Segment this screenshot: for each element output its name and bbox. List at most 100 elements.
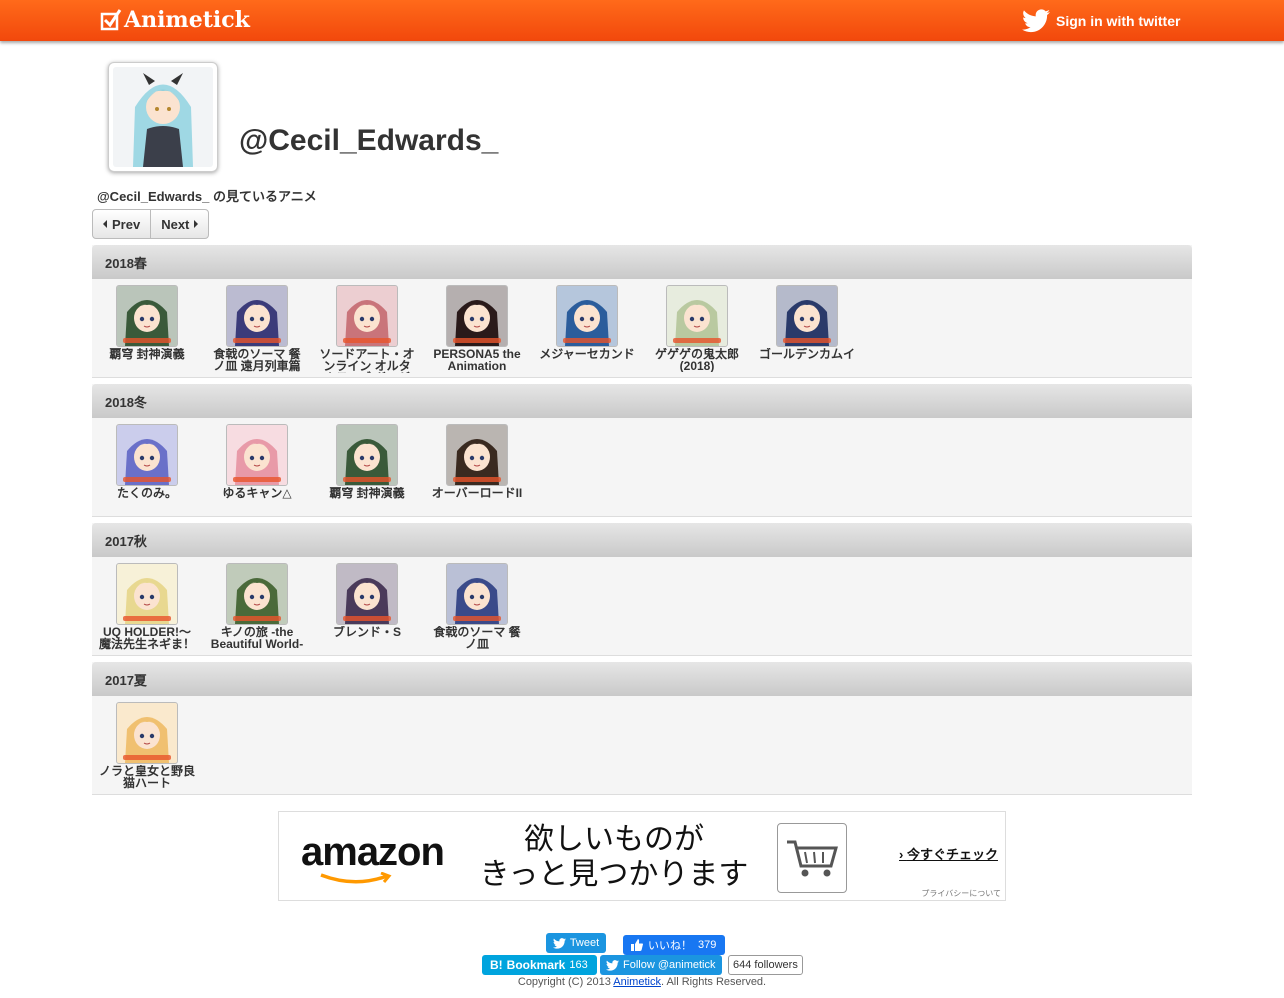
season-header: 2018冬 — [92, 384, 1192, 418]
anime-thumbnail — [446, 563, 508, 625]
anime-title: PERSONA5 the Animation — [433, 348, 521, 372]
anime-title: キノの旅 -the Beautiful World- the Animated … — [210, 626, 304, 651]
anime-list: ノラと皇女と野良猫ハート — [92, 696, 1192, 794]
pagination: Prev Next — [92, 209, 210, 239]
tweet-button[interactable]: Tweet — [546, 933, 606, 953]
amazon-logo: amazon — [301, 830, 445, 874]
anime-card[interactable]: PERSONA5 the Animation — [427, 285, 527, 372]
anime-title: 食戟のソーマ 餐ノ皿 — [433, 626, 521, 650]
anime-card[interactable]: メジャーセカンド — [537, 285, 637, 360]
anime-thumbnail — [556, 285, 618, 347]
ad-line-1: 欲しいものが — [524, 822, 704, 857]
caret-left-icon — [103, 220, 107, 228]
anime-card[interactable]: 覇穹 封神演義 — [97, 285, 197, 360]
season-section: 2018春 覇穹 封神演義 食戟のソーマ 餐ノ皿 遠月列車篇 ソードアート・オンライン… — [92, 245, 1192, 378]
anime-title: ゆるキャン△ — [222, 487, 292, 499]
checkbox-logo-icon — [100, 9, 122, 31]
copyright: Copyright (C) 2013 Animetick. All Rights… — [0, 976, 1284, 988]
ad-line-2: きっと見つかります — [479, 857, 749, 892]
anime-card[interactable]: ゲゲゲの鬼太郎(2018) — [647, 285, 747, 372]
prev-button[interactable]: Prev — [93, 210, 150, 238]
season-section: 2017秋 UQ HOLDER!～魔法先生ネギま！2～ キノの旅 -the Beau… — [92, 523, 1192, 656]
next-label: Next — [161, 216, 190, 232]
next-button[interactable]: Next — [150, 210, 208, 238]
anime-thumbnail — [226, 285, 288, 347]
anime-title: メジャーセカンド — [539, 348, 635, 360]
anime-card[interactable]: ノラと皇女と野良猫ハート — [97, 702, 197, 789]
season-section: 2018冬たくのみ。 ゆるキャン△ 覇穹 封神演義 オーバーロードII — [92, 384, 1192, 517]
anime-thumbnail — [116, 424, 178, 486]
anime-card[interactable]: たくのみ。 — [97, 424, 197, 499]
anime-title: ゲゲゲの鬼太郎(2018) — [654, 348, 739, 372]
bookmark-label: Bookmark — [506, 958, 566, 972]
brand-logo[interactable]: Animetick — [100, 6, 250, 34]
sign-in-twitter-button[interactable]: Sign in with twitter — [1022, 8, 1180, 34]
anime-title: 覇穹 封神演義 — [329, 487, 405, 499]
tweet-label: Tweet — [569, 937, 600, 949]
anime-card[interactable]: ソードアート・オンライン オルタナティブ ガンゲイル・オンライン — [317, 285, 417, 373]
ad-cta-label: 今すぐチェック — [906, 847, 998, 862]
anime-thumbnail — [116, 563, 178, 625]
anime-title: ゴールデンカムイ — [759, 348, 856, 360]
anime-title: ソードアート・オンライン オルタナティブ ガンゲイル・オンライン — [319, 348, 415, 373]
watching-subtitle: @Cecil_Edwards_ の見ているアニメ — [97, 189, 317, 204]
season-header: 2017秋 — [92, 523, 1192, 557]
anime-card[interactable]: ゴールデンカムイ — [757, 285, 857, 360]
anime-thumbnail — [776, 285, 838, 347]
cart-button[interactable] — [777, 823, 847, 893]
anime-card[interactable]: ゆるキャン△ — [207, 424, 307, 499]
followers-count[interactable]: 644 followers — [728, 955, 803, 975]
anime-card[interactable]: ブレンド・S — [317, 563, 417, 638]
twitter-follow-button[interactable]: Follow @animetick — [600, 955, 722, 975]
follow-label: Follow @animetick — [623, 959, 716, 971]
amazon-ad-banner[interactable]: amazon 欲しいものが きっと見つかります › 今すぐチェック プライバシー… — [278, 811, 1006, 901]
profile-avatar-frame — [108, 62, 218, 172]
prev-label: Prev — [112, 216, 141, 232]
ad-cta-link[interactable]: › 今すぐチェック — [899, 844, 998, 863]
season-header: 2017夏 — [92, 662, 1192, 696]
top-navbar: Animetick Sign in with twitter — [0, 0, 1284, 41]
anime-card[interactable]: 食戟のソーマ 餐ノ皿 遠月列車篇 — [207, 285, 307, 372]
avatar — [113, 67, 213, 167]
like-label: いいね！ — [648, 940, 692, 952]
anime-thumbnail — [226, 563, 288, 625]
anime-thumbnail — [446, 424, 508, 486]
season-header: 2018春 — [92, 245, 1192, 279]
profile-username: @Cecil_Edwards_ — [239, 124, 499, 157]
hatena-bookmark-button[interactable]: B! Bookmark 163 — [482, 955, 597, 975]
ad-copy: 欲しいものが きっと見つかります — [479, 822, 749, 892]
anime-list: UQ HOLDER!～魔法先生ネギま！2～ キノの旅 -the Beautiful… — [92, 557, 1192, 655]
brand-name: Animetick — [124, 7, 250, 33]
copyright-suffix: . All Rights Reserved. — [660, 976, 767, 988]
ad-privacy-link[interactable]: プライバシーについて — [921, 888, 1001, 899]
season-section: 2017夏ノラと皇女と野良猫ハート — [92, 662, 1192, 795]
twitter-icon — [1022, 9, 1050, 33]
anime-card[interactable]: 食戟のソーマ 餐ノ皿 — [427, 563, 527, 650]
twitter-icon — [606, 959, 619, 971]
bookmark-count: 163 — [569, 959, 588, 971]
anime-card[interactable]: オーバーロードII — [427, 424, 527, 499]
anime-title: ノラと皇女と野良猫ハート — [99, 765, 196, 789]
anime-thumbnail — [226, 424, 288, 486]
facebook-like-button[interactable]: いいね！ 379 — [623, 935, 725, 955]
shopping-cart-icon — [787, 840, 838, 877]
animetick-link[interactable]: Animetick — [613, 976, 661, 988]
anime-thumbnail — [336, 424, 398, 486]
anime-thumbnail — [116, 285, 178, 347]
anime-thumbnail — [446, 285, 508, 347]
anime-list: 覇穹 封神演義 食戟のソーマ 餐ノ皿 遠月列車篇ソードアート・オンライン オルタナ… — [92, 279, 1192, 377]
anime-thumbnail — [116, 702, 178, 764]
twitter-icon — [552, 937, 566, 949]
anime-card[interactable]: 覇穹 封神演義 — [317, 424, 417, 499]
hatena-b-icon: B! — [490, 958, 503, 972]
anime-title: UQ HOLDER!～魔法先生ネギま！2～ — [99, 626, 196, 651]
caret-right-icon — [194, 220, 199, 228]
anime-thumbnail — [336, 285, 398, 347]
amazon-smile-icon — [320, 872, 392, 884]
like-count: 379 — [698, 939, 717, 951]
anime-title: 食戟のソーマ 餐ノ皿 遠月列車篇 — [213, 348, 301, 372]
copyright-prefix: Copyright (C) 2013 — [517, 976, 611, 988]
anime-card[interactable]: キノの旅 -the Beautiful World- the Animated … — [207, 563, 307, 651]
anime-card[interactable]: UQ HOLDER!～魔法先生ネギま！2～ — [97, 563, 197, 651]
anime-title: オーバーロードII — [431, 487, 523, 499]
